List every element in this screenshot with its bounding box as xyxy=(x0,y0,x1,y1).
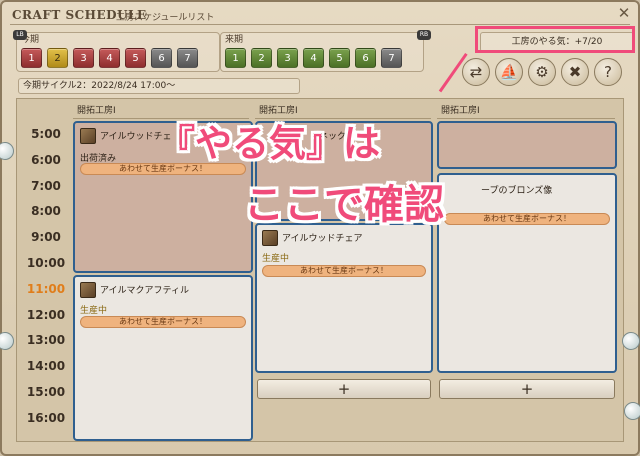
this-period-day-1-button[interactable]: 1 xyxy=(21,48,42,68)
next-period-panel: 来期 RB 1234567 xyxy=(220,30,431,72)
next-period-day-6-button[interactable]: 6 xyxy=(355,48,376,68)
this-period-day-7-button[interactable]: 7 xyxy=(177,48,198,68)
ornament-icon xyxy=(622,332,640,350)
this-period-panel: 今期 LB 1234567 xyxy=(13,30,220,72)
task-card[interactable]: アイルマクアフティル 生産中 あわせて生産ボーナス！ xyxy=(73,275,253,441)
this-period-days: 1234567 xyxy=(21,48,198,68)
time-label: 15:00 xyxy=(26,385,66,399)
time-label: 5:00 xyxy=(31,127,61,141)
next-period-days: 1234567 xyxy=(225,48,402,68)
task-card[interactable] xyxy=(437,121,617,169)
time-label: 14:00 xyxy=(26,359,66,374)
next-period-label: 来期 xyxy=(225,35,244,45)
bonus-badge: あわせて生産ボーナス！ xyxy=(444,213,610,225)
delete-icon[interactable]: ✖ xyxy=(561,58,589,86)
this-period-day-4-button[interactable]: 4 xyxy=(99,48,120,68)
this-period-day-2-button[interactable]: 2 xyxy=(47,48,68,68)
task-status: 生産中 xyxy=(262,254,290,264)
time-label: 8:00 xyxy=(31,204,61,219)
lb-badge: LB xyxy=(13,30,27,40)
time-label: 7:00 xyxy=(31,178,61,193)
header-divider xyxy=(10,24,630,25)
task-name: ープのブロンズ像 xyxy=(481,186,553,196)
overlay-caption-line2: ここで確認 xyxy=(244,182,444,228)
time-label: 9:00 xyxy=(31,230,61,245)
column-header-3: 開拓工房Ⅰ xyxy=(437,103,615,119)
overlay-caption-line1: 『やる気』は xyxy=(158,122,380,165)
time-label: 10:00 xyxy=(26,256,66,270)
time-label: 12:00 xyxy=(26,307,66,322)
item-icon xyxy=(262,230,278,246)
next-period-day-5-button[interactable]: 5 xyxy=(329,48,350,68)
task-name: アイルウッドチェア xyxy=(282,234,363,244)
task-card[interactable]: ープのブロンズ像 あわせて生産ボーナス！ xyxy=(437,173,617,373)
ship-icon[interactable]: ⛵ xyxy=(495,58,523,86)
cycle-info: 今期サイクル2：2022/8/24 17:00～ xyxy=(18,78,300,94)
next-period-day-1-button[interactable]: 1 xyxy=(225,48,246,68)
ornament-icon xyxy=(624,402,640,420)
this-period-day-6-button[interactable]: 6 xyxy=(151,48,172,68)
bonus-badge: あわせて生産ボーナス！ xyxy=(80,316,246,328)
next-period-day-7-button[interactable]: 7 xyxy=(381,48,402,68)
time-label: 16:00 xyxy=(26,410,66,425)
motivation-highlight xyxy=(475,26,635,53)
toolbar-icons: ⇄ ⛵ ⚙ ✖? xyxy=(462,58,622,86)
task-card[interactable]: アイルウッドチェア 生産中 あわせて生産ボーナス！ xyxy=(255,223,433,373)
next-period-day-4-button[interactable]: 4 xyxy=(303,48,324,68)
add-task-button[interactable]: + xyxy=(439,379,615,399)
time-column: 5:00 6:00 7:00 8:00 9:00 10:00 11:00 12:00 13:00… xyxy=(17,99,71,441)
ornament-icon xyxy=(0,142,14,160)
time-label: 11:00 xyxy=(26,281,66,296)
help-icon[interactable]: ? xyxy=(594,58,622,86)
task-name: アイルマクアフティル xyxy=(100,286,190,296)
bonus-badge: あわせて生産ボーナス！ xyxy=(262,265,426,277)
window-subtitle: 工房スケジュールリスト xyxy=(116,13,215,23)
next-period-day-3-button[interactable]: 3 xyxy=(277,48,298,68)
swap-icon[interactable]: ⇄ xyxy=(462,58,490,86)
time-label: 6:00 xyxy=(31,152,61,167)
ornament-icon xyxy=(0,332,14,350)
item-icon xyxy=(80,282,96,298)
add-task-button[interactable]: + xyxy=(257,379,431,399)
this-period-day-5-button[interactable]: 5 xyxy=(125,48,146,68)
settings-icon[interactable]: ⚙ xyxy=(528,58,556,86)
close-icon[interactable]: ✕ xyxy=(616,5,632,21)
rb-badge: RB xyxy=(417,30,431,40)
item-icon xyxy=(80,128,96,144)
this-period-day-3-button[interactable]: 3 xyxy=(73,48,94,68)
next-period-day-2-button[interactable]: 2 xyxy=(251,48,272,68)
time-label: 13:00 xyxy=(26,333,66,348)
task-status: 生産中 xyxy=(80,306,108,316)
